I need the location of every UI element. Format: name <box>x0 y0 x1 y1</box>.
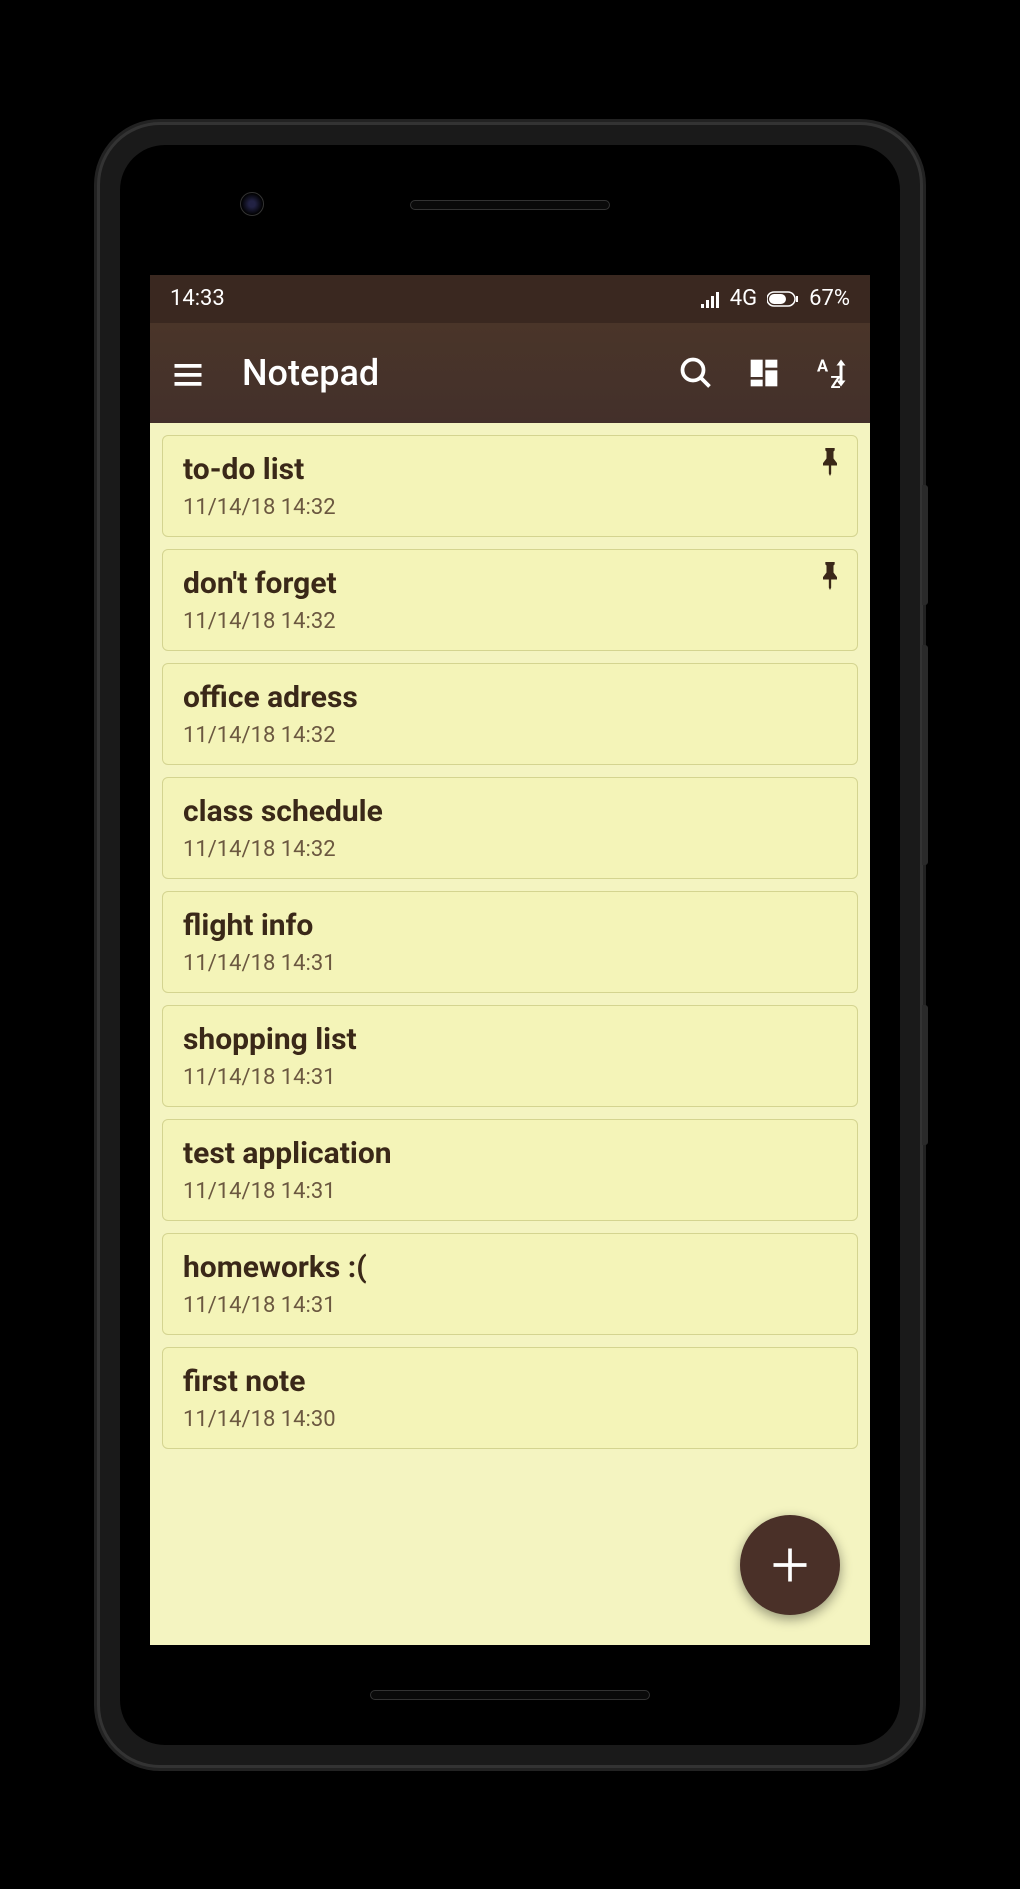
svg-text:A: A <box>817 357 829 376</box>
side-button <box>922 1005 928 1145</box>
note-date: 11/14/18 14:32 <box>183 723 837 748</box>
app-bar: Notepad AZ <box>150 323 870 423</box>
note-date: 11/14/18 14:31 <box>183 1293 837 1318</box>
note-date: 11/14/18 14:31 <box>183 951 837 976</box>
note-date: 11/14/18 14:32 <box>183 495 837 520</box>
phone-camera <box>240 192 264 216</box>
add-note-button[interactable] <box>740 1515 840 1615</box>
side-button <box>922 485 928 605</box>
note-title: don't forget <box>183 566 837 601</box>
status-time: 14:33 <box>170 286 225 311</box>
search-icon[interactable] <box>674 351 718 395</box>
battery-label: 67% <box>809 286 850 311</box>
note-title: homeworks :( <box>183 1250 837 1285</box>
note-title: first note <box>183 1364 837 1399</box>
note-date: 11/14/18 14:32 <box>183 609 837 634</box>
notes-list[interactable]: to-do list 11/14/18 14:32 don't forget 11/1… <box>150 423 870 1645</box>
note-title: class schedule <box>183 794 837 829</box>
status-icons: 4G 67% <box>700 286 850 311</box>
note-title: office adress <box>183 680 837 715</box>
note-date: 11/14/18 14:32 <box>183 837 837 862</box>
note-date: 11/14/18 14:30 <box>183 1407 837 1432</box>
screen: 14:33 4G 67% Notepad <box>150 275 870 1645</box>
side-button <box>922 645 928 865</box>
status-bar: 14:33 4G 67% <box>150 275 870 323</box>
phone-inner: 14:33 4G 67% Notepad <box>120 145 900 1745</box>
note-card[interactable]: shopping list 11/14/18 14:31 <box>162 1005 858 1107</box>
note-title: flight info <box>183 908 837 943</box>
sort-icon[interactable]: AZ <box>810 351 854 395</box>
note-card[interactable]: test application 11/14/18 14:31 <box>162 1119 858 1221</box>
network-label: 4G <box>730 286 757 311</box>
app-title: Notepad <box>242 352 650 394</box>
note-card[interactable]: office adress 11/14/18 14:32 <box>162 663 858 765</box>
note-card[interactable]: to-do list 11/14/18 14:32 <box>162 435 858 537</box>
note-title: shopping list <box>183 1022 837 1057</box>
note-card[interactable]: first note 11/14/18 14:30 <box>162 1347 858 1449</box>
phone-speaker-bottom <box>370 1690 650 1700</box>
note-date: 11/14/18 14:31 <box>183 1065 837 1090</box>
note-title: to-do list <box>183 452 837 487</box>
note-card[interactable]: flight info 11/14/18 14:31 <box>162 891 858 993</box>
note-card[interactable]: don't forget 11/14/18 14:32 <box>162 549 858 651</box>
pin-icon <box>819 562 841 594</box>
phone-speaker <box>410 200 610 210</box>
layout-icon[interactable] <box>742 351 786 395</box>
note-date: 11/14/18 14:31 <box>183 1179 837 1204</box>
pin-icon <box>819 448 841 480</box>
note-card[interactable]: homeworks :( 11/14/18 14:31 <box>162 1233 858 1335</box>
menu-icon[interactable] <box>166 351 210 395</box>
phone-frame: 14:33 4G 67% Notepad <box>100 125 920 1765</box>
note-title: test application <box>183 1136 837 1171</box>
signal-icon <box>700 290 720 308</box>
note-card[interactable]: class schedule 11/14/18 14:32 <box>162 777 858 879</box>
battery-icon <box>767 291 799 307</box>
